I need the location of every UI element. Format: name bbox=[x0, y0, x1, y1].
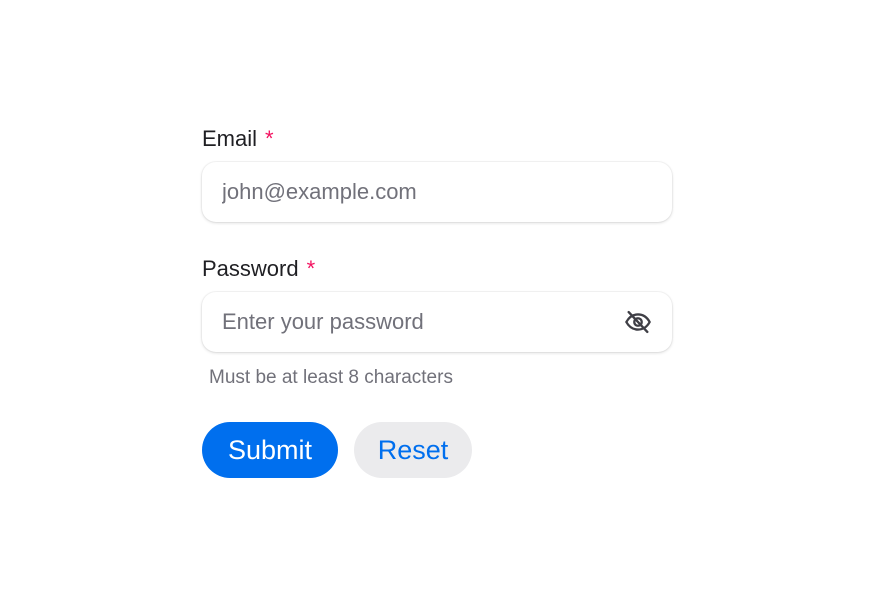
form-actions: Submit Reset bbox=[202, 422, 672, 478]
email-required-asterisk: * bbox=[265, 126, 274, 151]
password-helper-text: Must be at least 8 characters bbox=[209, 367, 453, 388]
password-label-row: Password * bbox=[202, 254, 672, 284]
email-input[interactable] bbox=[222, 179, 652, 205]
password-field-wrapper[interactable] bbox=[202, 292, 672, 352]
login-form: Email * Password * Must be at least 8 ch… bbox=[202, 124, 672, 478]
password-label: Password bbox=[202, 256, 299, 281]
password-input[interactable] bbox=[222, 309, 622, 335]
email-label: Email bbox=[202, 126, 258, 151]
reset-button[interactable]: Reset bbox=[354, 422, 472, 478]
email-field-wrapper[interactable] bbox=[202, 162, 672, 222]
email-label-row: Email * bbox=[202, 124, 672, 154]
submit-button[interactable]: Submit bbox=[202, 422, 338, 478]
eye-slash-icon[interactable] bbox=[622, 306, 654, 338]
password-required-asterisk: * bbox=[306, 256, 316, 281]
